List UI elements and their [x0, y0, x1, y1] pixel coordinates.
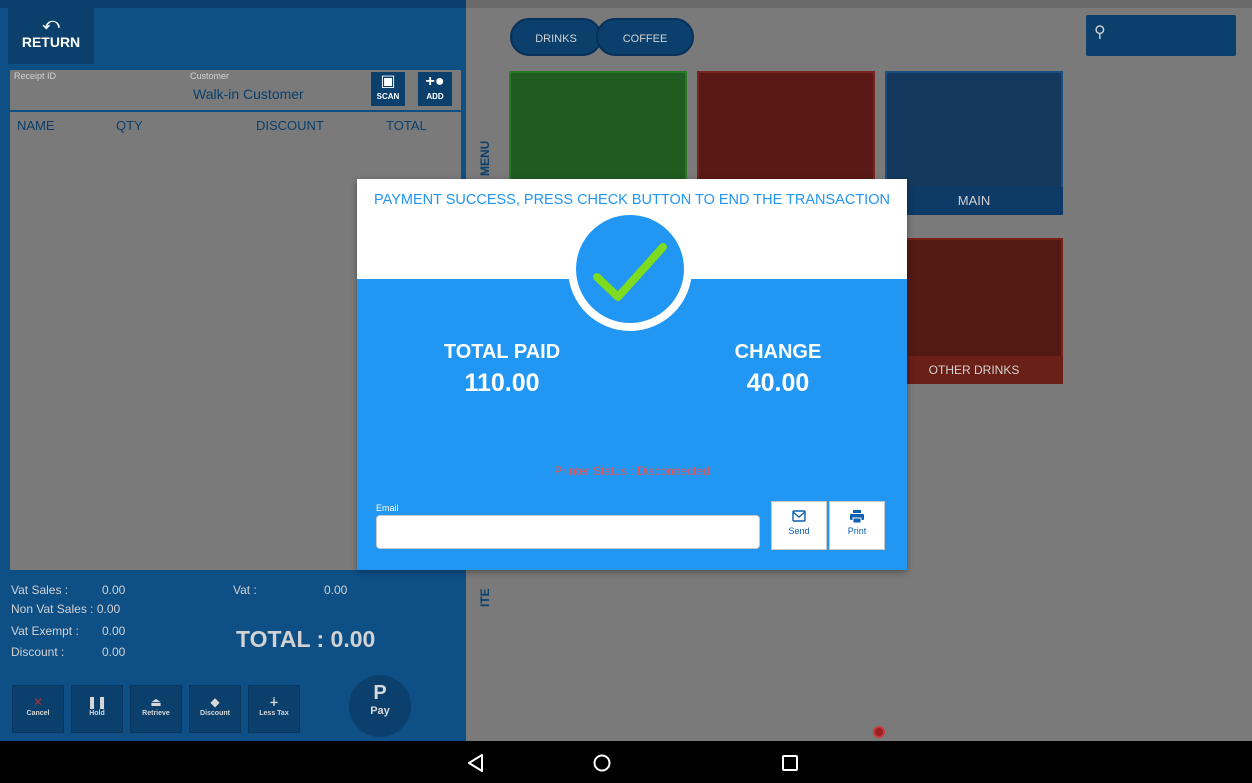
send-label: Send: [788, 526, 810, 536]
items-section-label: ITE: [473, 570, 497, 610]
cancel-label: Cancel: [26, 710, 50, 717]
add-label: ADD: [426, 92, 444, 101]
customer-label: Customer: [190, 71, 230, 81]
retrieve-label: Retrieve: [142, 710, 170, 717]
column-header-discount: DISCOUNT: [256, 118, 324, 133]
scan-icon: ▣: [380, 73, 396, 90]
total-paid-label: TOTAL PAID: [443, 341, 561, 363]
dialog-message: PAYMENT SUCCESS, PRESS CHECK BUTTON TO E…: [374, 192, 890, 208]
printer-icon: [830, 510, 884, 526]
check-icon: [593, 243, 667, 301]
record-indicator-icon: [873, 726, 885, 738]
search-icon: ⚲: [1094, 24, 1106, 41]
add-customer-button[interactable]: +● ADD: [418, 72, 452, 106]
order-panel-topbar: [0, 0, 466, 8]
vat-exempt-value: 0.00: [102, 624, 126, 638]
back-icon[interactable]: [465, 752, 487, 774]
return-button[interactable]: ⤺ RETURN: [8, 8, 94, 64]
change-label: CHANGE: [734, 341, 822, 363]
search-input[interactable]: [1086, 15, 1236, 56]
items-label-text: ITE: [478, 588, 492, 607]
pay-button[interactable]: P Pay: [349, 675, 411, 737]
pay-glyph: P: [373, 682, 387, 704]
less-tax-button[interactable]: ∔ Less Tax: [248, 685, 300, 733]
column-header-total: TOTAL: [386, 118, 427, 133]
category-tile-main-label: MAIN: [885, 187, 1063, 215]
add-person-icon: +●: [425, 73, 445, 90]
non-vat-sales: Non Vat Sales : 0.00: [11, 602, 121, 616]
discount-label: Discount: [200, 710, 230, 717]
close-icon: ✕: [32, 695, 44, 709]
vat-sales-value: 0.00: [102, 583, 126, 597]
vat-label: Vat :: [233, 583, 257, 597]
hold-button[interactable]: ❚❚ Hold: [71, 685, 123, 733]
order-total: TOTAL : 0.00: [236, 626, 376, 652]
email-field[interactable]: [376, 515, 760, 549]
tag-icon: ◆: [210, 695, 220, 709]
vat-exempt-label: Vat Exempt :: [11, 624, 79, 638]
email-label: Email: [376, 503, 399, 513]
tab-drinks[interactable]: DRINKS: [510, 18, 602, 56]
customer-value[interactable]: Walk-in Customer: [193, 86, 304, 102]
scan-label: SCAN: [376, 92, 400, 101]
print-button[interactable]: Print: [829, 501, 885, 550]
tab-coffee[interactable]: COFFEE: [596, 18, 694, 56]
discount-value: 0.00: [102, 645, 126, 659]
column-header-qty: QTY: [116, 118, 143, 133]
envelope-icon: [772, 510, 826, 526]
home-icon[interactable]: [591, 752, 613, 774]
pay-label: Pay: [370, 705, 390, 717]
printer-status: Printer Status : Disconnected: [554, 464, 710, 478]
category-tile-other-drinks-label: OTHER DRINKS: [885, 356, 1063, 384]
menu-label-text: MENU: [478, 140, 492, 176]
menu-section-label: MENU: [473, 126, 497, 176]
eject-icon: ⏏: [150, 695, 162, 709]
retrieve-button[interactable]: ⏏ Retrieve: [130, 685, 182, 733]
recent-apps-icon[interactable]: [779, 752, 801, 774]
print-label: Print: [847, 526, 867, 536]
change-value: 40.00: [746, 369, 810, 397]
discount-button[interactable]: ◆ Discount: [189, 685, 241, 733]
discount-label: Discount :: [11, 645, 65, 659]
vat-sales-label: Vat Sales :: [11, 583, 69, 597]
receipt-id-label: Receipt ID: [14, 71, 57, 81]
return-arrow-icon: ⤺: [42, 16, 60, 33]
pause-icon: ❚❚: [86, 695, 108, 709]
catalog-topbar: [466, 0, 1252, 8]
strikethrough-icon: ∔: [269, 695, 279, 709]
hold-label: Hold: [89, 710, 105, 717]
return-label: RETURN: [21, 34, 81, 50]
scan-button[interactable]: ▣ SCAN: [371, 72, 405, 106]
column-header-name: NAME: [17, 118, 55, 133]
system-navigation-bar: [0, 741, 1252, 783]
total-paid-value: 110.00: [464, 369, 540, 397]
vat-value: 0.00: [324, 583, 348, 597]
cancel-button[interactable]: ✕ Cancel: [12, 685, 64, 733]
send-button[interactable]: Send: [771, 501, 827, 550]
less-tax-label: Less Tax: [259, 710, 289, 717]
